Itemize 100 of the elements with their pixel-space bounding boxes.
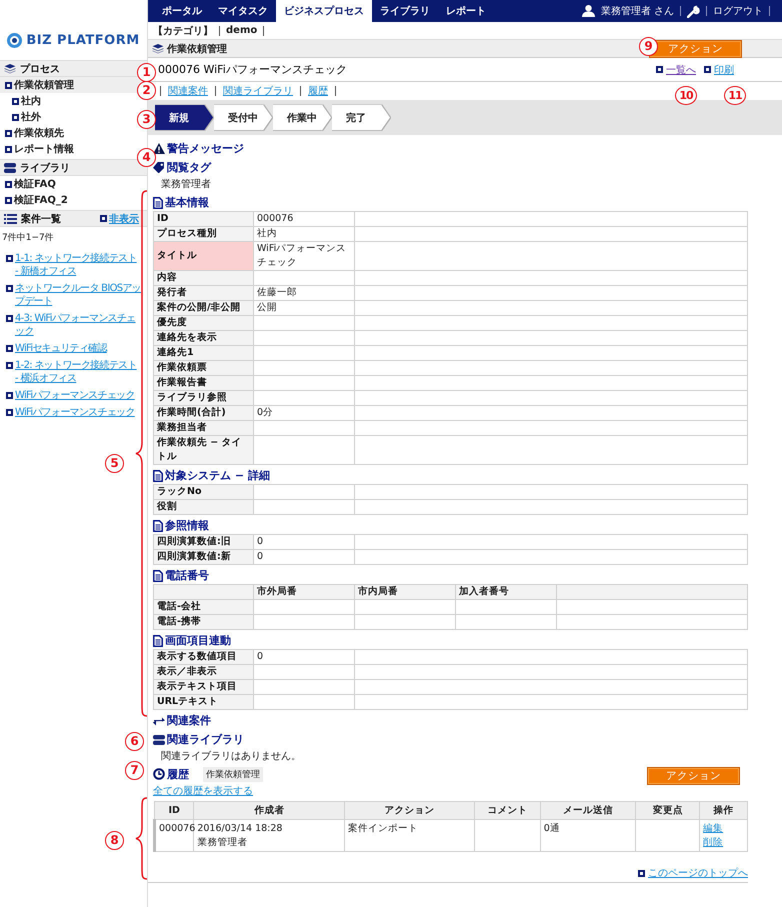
callout-number: 4 bbox=[136, 148, 156, 166]
section-link[interactable]: 履歴 bbox=[308, 84, 328, 98]
nav-tab[interactable]: マイタスク bbox=[210, 0, 276, 22]
workflow-step[interactable]: 新規 bbox=[155, 105, 213, 130]
sidebar-item[interactable]: 検証FAQ_2 bbox=[5, 192, 72, 208]
column-header: メール送信 bbox=[540, 802, 636, 820]
case-link[interactable]: WiFiパフォーマンスチェック bbox=[15, 389, 135, 402]
section-link[interactable]: 関連ライブラリ bbox=[223, 84, 293, 98]
section-link[interactable]: 関連案件 bbox=[168, 84, 208, 98]
tag-value: 業務管理者 bbox=[161, 178, 211, 191]
field-label: 連絡先を表示 bbox=[154, 330, 254, 346]
layers-icon bbox=[4, 64, 16, 74]
bullet-icon bbox=[5, 82, 12, 88]
user-name: 業務管理者 さん bbox=[600, 4, 674, 18]
field-label: 内容 bbox=[154, 270, 254, 286]
field-label: 作業依頼票 bbox=[154, 360, 254, 376]
field-value: 0 bbox=[254, 534, 354, 550]
database-icon bbox=[4, 162, 16, 172]
workflow-step[interactable]: 作業中 bbox=[273, 105, 331, 130]
show-all-link[interactable]: 全ての履歴を表示する bbox=[153, 784, 253, 798]
logo-icon bbox=[7, 32, 22, 48]
breadcrumb-item[interactable]: demo bbox=[226, 25, 258, 36]
sidebar-item[interactable]: 社外 bbox=[12, 109, 45, 125]
workflow-step[interactable]: 受付中 bbox=[214, 105, 272, 130]
section-heading: 対象システム − 詳細 bbox=[165, 468, 270, 483]
page-top-link[interactable]: このページのトップへ bbox=[638, 866, 748, 880]
logout-link[interactable]: ログアウト bbox=[713, 4, 763, 18]
section-title: 案件一覧 bbox=[21, 212, 61, 226]
sidebar-item[interactable]: 検証FAQ bbox=[5, 176, 60, 192]
callout-number: 6 bbox=[124, 732, 144, 750]
field-label: 作業時間(合計) bbox=[154, 406, 254, 420]
warning-icon bbox=[153, 143, 165, 154]
field-value: WiFiパフォーマンスチェック bbox=[254, 242, 354, 270]
field-label: 表示テキスト項目 bbox=[154, 680, 254, 694]
case-link[interactable]: 4-3: WiFiパフォーマンスチェック bbox=[15, 312, 141, 338]
bullet-icon bbox=[5, 130, 12, 136]
case-link[interactable]: WiFiセキュリティ確認 bbox=[15, 342, 107, 355]
callout-number: 10 bbox=[675, 86, 697, 104]
layers-icon bbox=[152, 44, 164, 54]
section-title: プロセス bbox=[20, 62, 60, 76]
nav-tab[interactable]: ライブラリ bbox=[372, 0, 438, 22]
table-cell: 0通 bbox=[540, 820, 636, 852]
column-header: ID bbox=[154, 802, 194, 820]
table-cell-text: 業務管理者 bbox=[197, 836, 248, 850]
field-label: 表示する数値項目 bbox=[154, 650, 254, 664]
table-cell: 案件インポート bbox=[344, 820, 474, 852]
bullet-icon bbox=[6, 255, 13, 262]
field-label: URLテキスト bbox=[154, 694, 254, 710]
case-link[interactable]: 1-2: ネットワーク接続テスト - 横浜オフィス bbox=[15, 359, 141, 385]
bullet-icon bbox=[6, 362, 13, 369]
bullet-icon bbox=[6, 392, 13, 399]
field-label: 連絡先1 bbox=[154, 346, 254, 360]
case-link[interactable]: WiFiパフォーマンスチェック bbox=[15, 406, 135, 419]
empty-message: 関連ライブラリはありません。 bbox=[161, 750, 301, 763]
record-link[interactable]: 一覧へ bbox=[656, 62, 696, 76]
section-heading: 警告メッセージ bbox=[167, 141, 244, 156]
nav-tab[interactable]: ビジネスプロセス bbox=[276, 0, 372, 22]
nav-tab[interactable]: ポータル bbox=[154, 0, 210, 22]
column-header: アクション bbox=[344, 802, 474, 820]
field-label: 業務担当者 bbox=[154, 420, 254, 436]
refresh-icon bbox=[153, 716, 165, 726]
section-heading: 履歴 bbox=[167, 766, 189, 782]
nav-tab[interactable]: レポート bbox=[438, 0, 494, 22]
bullet-icon bbox=[704, 66, 711, 73]
column-header: 市外局番 bbox=[254, 584, 354, 600]
sidebar-item[interactable]: 作業依頼先 bbox=[5, 125, 68, 141]
row-action-link[interactable]: 削除 bbox=[703, 836, 724, 850]
callout-number: 11 bbox=[724, 86, 746, 104]
section-heading: 画面項目連動 bbox=[165, 633, 231, 648]
field-label: 優先度 bbox=[154, 316, 254, 330]
sidebar-item[interactable]: レポート情報 bbox=[5, 141, 78, 157]
database-icon bbox=[153, 734, 165, 744]
bullet-icon bbox=[5, 180, 12, 188]
table-cell-text: 2016/03/14 18:28 bbox=[197, 822, 284, 836]
bullet-icon bbox=[5, 146, 12, 152]
column-header: 変更点 bbox=[636, 802, 700, 820]
document-icon bbox=[153, 470, 163, 482]
page-title: 作業依頼管理 bbox=[167, 42, 227, 56]
bullet-icon bbox=[656, 66, 663, 73]
record-title: 000076 WiFiパフォーマンスチェック bbox=[158, 62, 347, 77]
settings-button[interactable] bbox=[687, 4, 700, 18]
case-link[interactable]: 1-1: ネットワーク接続テスト - 新橋オフィス bbox=[15, 252, 141, 278]
bullet-icon bbox=[638, 870, 645, 876]
column-header: 操作 bbox=[700, 802, 748, 820]
field-label: 電話-会社 bbox=[154, 600, 254, 614]
section-heading: 基本情報 bbox=[165, 195, 209, 210]
process-badge: 作業依頼管理 bbox=[203, 766, 263, 782]
row-action-link[interactable]: 編集 bbox=[703, 822, 724, 836]
workflow-step[interactable]: 完了 bbox=[332, 105, 390, 130]
field-label: 作業報告書 bbox=[154, 376, 254, 390]
sidebar-item[interactable]: 社内 bbox=[12, 93, 45, 109]
record-link[interactable]: 印刷 bbox=[704, 62, 734, 76]
field-label: 四則演算数値:旧 bbox=[154, 534, 254, 550]
breadcrumb-category[interactable]: 【カテゴリ】 bbox=[153, 24, 213, 38]
bullet-icon bbox=[100, 215, 107, 222]
case-link[interactable]: ネットワークルータ BIOSアップデート bbox=[15, 282, 141, 308]
document-icon bbox=[153, 520, 163, 532]
document-icon bbox=[153, 196, 163, 208]
field-label: 四則演算数値:新 bbox=[154, 550, 254, 564]
field-label: 電話-携帯 bbox=[154, 614, 254, 630]
